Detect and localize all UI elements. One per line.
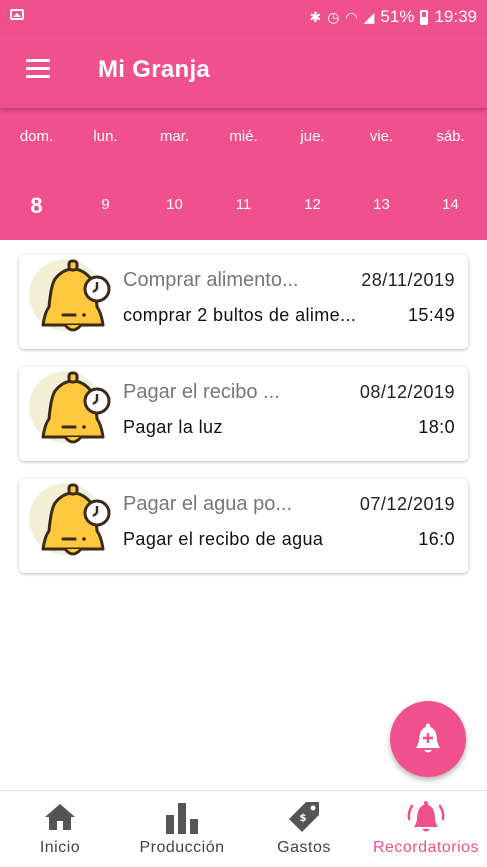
day-number-selected: 8 [30,193,43,218]
status-bar: ✱ ◷ ◠ ◢ 51% 19:39 [0,0,487,34]
day-number: 9 [101,196,110,213]
app-bar: Mi Granja [0,34,487,108]
nav-label: Producción [139,839,225,856]
day-number: 11 [235,196,252,213]
calendar-day[interactable]: lun. 9 [71,108,140,240]
nav-recordatorios[interactable]: Recordatorios [366,791,486,867]
reminder-description: Pagar la luz [123,417,223,437]
clock: 19:39 [434,7,477,26]
day-name: sáb. [436,128,465,145]
nav-inicio[interactable]: Inicio [20,791,100,867]
bell-clock-icon [29,257,119,337]
calendar-day[interactable]: vie. 13 [347,108,416,240]
day-name: mié. [229,128,258,145]
week-calendar: dom. 8 lun. 9 mar. 10 mié. 11 jue. 12 vi… [0,108,487,240]
status-indicators: ✱ ◷ ◠ ◢ 51% 19:39 [309,7,477,27]
calendar-day[interactable]: sáb. 14 [416,108,485,240]
gallery-notification-icon [10,9,24,20]
day-name: dom. [19,128,54,145]
bell-clock-icon [29,481,119,561]
nav-label: Recordatorios [372,839,480,856]
reminder-title: Pagar el recibo ... [123,381,280,403]
alarm-icon: ◷ [327,8,340,25]
day-name: jue. [300,128,325,145]
price-tag-icon: $ [289,802,319,832]
battery-percent: 51% [380,7,415,26]
nav-produccion[interactable]: Producción [132,791,232,867]
reminder-time: 18:0 [418,417,455,437]
day-name: lun. [93,128,118,145]
bluetooth-icon: ✱ [309,8,322,25]
nav-gastos[interactable]: $ Gastos [264,791,344,867]
bell-clock-icon [29,369,119,449]
bottom-navigation: Inicio Producción $ Gastos Recordatorios [0,790,487,867]
wifi-icon: ◠ [345,8,358,25]
day-number: 13 [373,196,390,213]
day-number: 14 [442,196,459,213]
reminder-time: 15:49 [407,305,455,325]
calendar-day[interactable]: dom. 8 [2,108,71,240]
calendar-day[interactable]: mar. 10 [140,108,209,240]
day-number: 10 [166,196,183,213]
day-name: mar. [159,128,190,145]
svg-text:$: $ [300,813,307,824]
reminder-description: comprar 2 bultos de alime... [123,305,357,325]
reminder-time: 16:0 [418,529,455,549]
add-alarm-icon [416,723,440,753]
bar-chart-icon [166,803,198,834]
reminder-title: Comprar alimento... [123,269,299,291]
app-title: Mi Granja [98,56,211,83]
bell-alert-icon [407,801,445,832]
home-icon [45,804,75,830]
reminder-date: 07/12/2019 [359,494,455,514]
reminder-card[interactable]: Comprar alimento... 28/11/2019 comprar 2… [19,255,468,349]
nav-label: Gastos [277,839,331,856]
reminder-date: 08/12/2019 [359,382,455,402]
calendar-day[interactable]: mié. 11 [209,108,278,240]
day-name: vie. [369,128,394,145]
reminder-date: 28/11/2019 [361,270,455,290]
calendar-day[interactable]: jue. 12 [278,108,347,240]
hamburger-menu-icon[interactable] [26,59,50,79]
add-reminder-button[interactable] [390,701,466,777]
reminder-description: Pagar el recibo de agua [123,529,324,549]
signal-icon: ◢ [363,8,375,25]
day-number: 12 [304,196,321,213]
battery-icon [420,9,429,25]
nav-label: Inicio [39,839,81,856]
reminder-card[interactable]: Pagar el agua po... 07/12/2019 Pagar el … [19,479,468,573]
reminder-title: Pagar el agua po... [123,493,293,515]
reminder-card[interactable]: Pagar el recibo ... 08/12/2019 Pagar la … [19,367,468,461]
